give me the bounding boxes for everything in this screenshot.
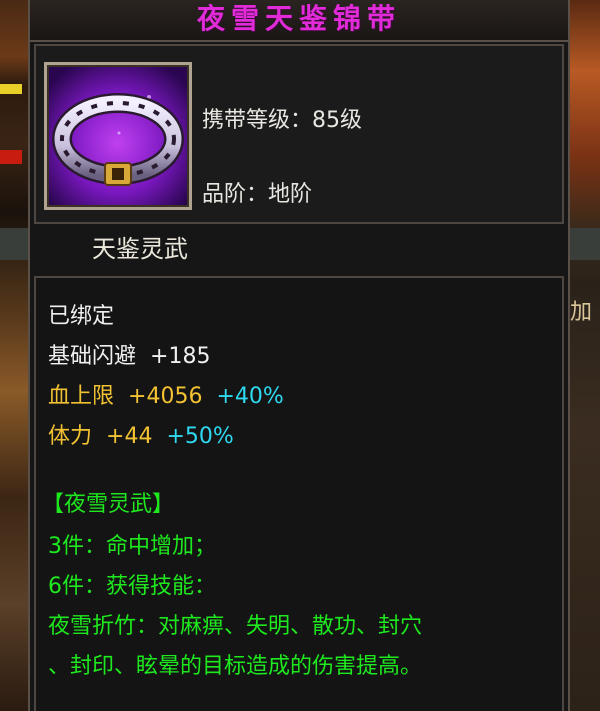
stat-stamina-bonus: +50%: [166, 424, 234, 449]
item-grade: 品阶：地阶: [202, 182, 313, 207]
stat-hp-label: 血上限: [48, 384, 115, 409]
stat-hp-value: +4056: [128, 384, 203, 409]
stat-stamina-label: 体力: [48, 424, 93, 449]
stat-dodge-label: 基础闪避: [48, 344, 137, 369]
set-bonus-3-piece: 3件：命中增加；: [48, 534, 216, 559]
hud-red-bar: [0, 150, 22, 164]
item-tooltip: 夜雪天鉴锦带 携带等级：85级 品阶：地阶 天鉴灵武 已绑定 基础闪避 +185…: [28, 0, 570, 711]
stat-hp: 血上限 +4056 +40%: [48, 382, 284, 412]
set-series-name: 天鉴灵武: [92, 235, 188, 263]
stat-stamina-value: +44: [106, 424, 153, 449]
background-strip-right: [570, 228, 600, 260]
item-attributes: 已绑定 基础闪避 +185 血上限 +4056 +40% 体力 +44 +50% 【夜雪灵…: [34, 276, 564, 711]
carry-level: 携带等级：85级: [202, 108, 362, 133]
tooltip-title-bar: 夜雪天鉴锦带: [30, 0, 568, 42]
set-skill-description-1: 夜雪折竹：对麻痹、失明、散功、封穴: [48, 614, 423, 639]
bound-status: 已绑定: [48, 304, 115, 329]
purple-belt-icon: [49, 67, 187, 205]
item-icon-frame: [44, 62, 192, 210]
background-scene-left: [0, 0, 28, 711]
stat-dodge: 基础闪避 +185: [48, 342, 210, 372]
set-bonus-6-piece: 6件：获得技能：: [48, 574, 216, 599]
hud-yellow-bar: [0, 84, 22, 94]
background-strip-left: [0, 228, 28, 260]
set-skill-description-2: 、封印、眩晕的目标造成的伤害提高。: [48, 654, 423, 679]
item-header: 携带等级：85级 品阶：地阶: [34, 44, 564, 224]
set-bonus-title: 【夜雪灵武】: [42, 492, 175, 517]
background-scene-right: [570, 0, 600, 711]
stat-dodge-value: +185: [150, 344, 211, 369]
item-name: 夜雪天鉴锦带: [196, 2, 401, 35]
background-partial-text: 加: [570, 300, 593, 325]
stat-hp-bonus: +40%: [216, 384, 284, 409]
stat-stamina: 体力 +44 +50%: [48, 422, 234, 452]
